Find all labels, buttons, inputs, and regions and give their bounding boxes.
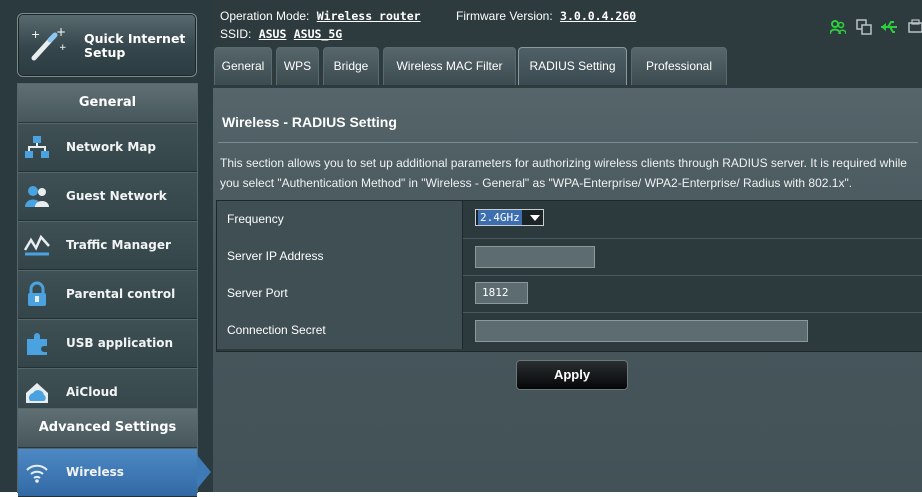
chevron-down-icon [530,215,540,221]
description-line-1: This section allows you to set up additi… [220,156,907,170]
printer-icon[interactable] [908,19,922,35]
tab-general[interactable]: General [214,47,272,85]
sidebar-item-label: Wireless [66,465,124,479]
page-title: Wireless - RADIUS Setting [222,114,397,130]
sidebar-item-label: Network Map [66,140,156,154]
sidebar-item-wireless[interactable]: Wireless [18,448,211,497]
sidebar-item-label: Traffic Manager [66,238,171,252]
sidebar-item-label: Guest Network [66,189,167,203]
frequency-value: 2.4GHz [478,210,522,225]
svg-text:+: + [31,28,40,41]
status-icons [822,17,922,37]
sidebar: + + + Quick Internet Setup General Netwo… [0,0,213,497]
apply-button[interactable]: Apply [516,360,628,390]
usb-application-icon [27,333,47,355]
firmware-label: Firmware Version: [456,9,553,23]
aicloud-icon [26,383,48,403]
parental-control-icon [28,281,46,306]
tab-professional[interactable]: Professional [631,47,727,85]
svg-text:+: + [59,43,66,53]
ssid-info: SSID: ASUS ASUS_5G [220,27,342,41]
sidebar-item-guest-network[interactable]: Guest Network [18,172,197,221]
firmware-version-link[interactable]: 3.0.0.4.260 [560,9,636,23]
clients-icon[interactable] [830,19,846,35]
general-menu-title: General [18,84,197,123]
connection-secret-row: Connection Secret [217,312,922,349]
quick-internet-setup-label: Quick Internet Setup [84,31,186,60]
ssid-link-5g[interactable]: ASUS_5G [294,27,342,41]
svg-text:+: + [56,26,66,39]
guest-network-icon [25,186,49,207]
sidebar-item-parental-control[interactable]: Parental control [18,270,197,319]
frequency-row: Frequency 2.4GHz [217,201,922,239]
traffic-manager-icon [24,234,50,256]
tab-wps[interactable]: WPS [276,47,319,85]
sidebar-item-network-map[interactable]: Network Map [18,123,197,172]
radius-settings-form: Frequency 2.4GHz Server IP Address Serve… [216,200,922,352]
server-ip-input[interactable] [475,246,595,268]
wireless-icon [26,464,48,483]
page-description: This section allows you to set up additi… [220,153,922,193]
advanced-settings-menu: Advanced Settings Wireless [17,408,211,497]
operation-mode-label: Operation Mode: [220,9,310,23]
ssid-label: SSID: [220,27,252,41]
usb-status-icon[interactable] [880,19,898,35]
sidebar-item-label: Parental control [66,287,176,301]
connection-secret-label: Connection Secret [217,312,463,349]
top-header: Operation Mode: Wireless router Firmware… [213,0,922,88]
general-menu: General Network Map Guest Network Traffi… [17,83,198,418]
quick-internet-setup-button[interactable]: + + + Quick Internet Setup [17,13,197,77]
sidebar-item-traffic-manager[interactable]: Traffic Manager [18,221,197,270]
connection-secret-input[interactable] [475,320,808,342]
server-port-row: Server Port 1812 [217,275,922,313]
server-ip-row: Server IP Address [217,238,922,276]
title-divider [218,142,918,143]
sidebar-item-usb-application[interactable]: USB application [18,319,197,368]
server-port-input[interactable]: 1812 [475,282,528,304]
frequency-select[interactable]: 2.4GHz [475,209,544,226]
tab-bridge[interactable]: Bridge [323,47,379,85]
tab-radius-setting[interactable]: RADIUS Setting [518,47,627,85]
main-content: Wireless - RADIUS Setting This section a… [213,88,922,492]
firmware-version: Firmware Version: 3.0.0.4.260 [456,9,636,23]
network-status-icon[interactable] [856,19,872,35]
frequency-label: Frequency [217,201,463,238]
operation-mode: Operation Mode: Wireless router [220,9,421,23]
ssid-link-24g[interactable]: ASUS [259,27,287,41]
magic-wand-icon: + + + [31,26,66,61]
content-panel: Wireless - RADIUS Setting This section a… [213,88,922,492]
advanced-settings-title: Advanced Settings [18,409,197,448]
network-map-icon [25,136,49,158]
server-ip-label: Server IP Address [217,238,463,275]
description-line-2: you select "Authentication Method" in "W… [220,176,853,190]
active-indicator-arrow [197,455,211,489]
tab-wireless-mac-filter[interactable]: Wireless MAC Filter [383,47,516,85]
sidebar-item-label: USB application [66,336,174,350]
server-port-label: Server Port [217,275,463,312]
operation-mode-link[interactable]: Wireless router [317,9,421,23]
